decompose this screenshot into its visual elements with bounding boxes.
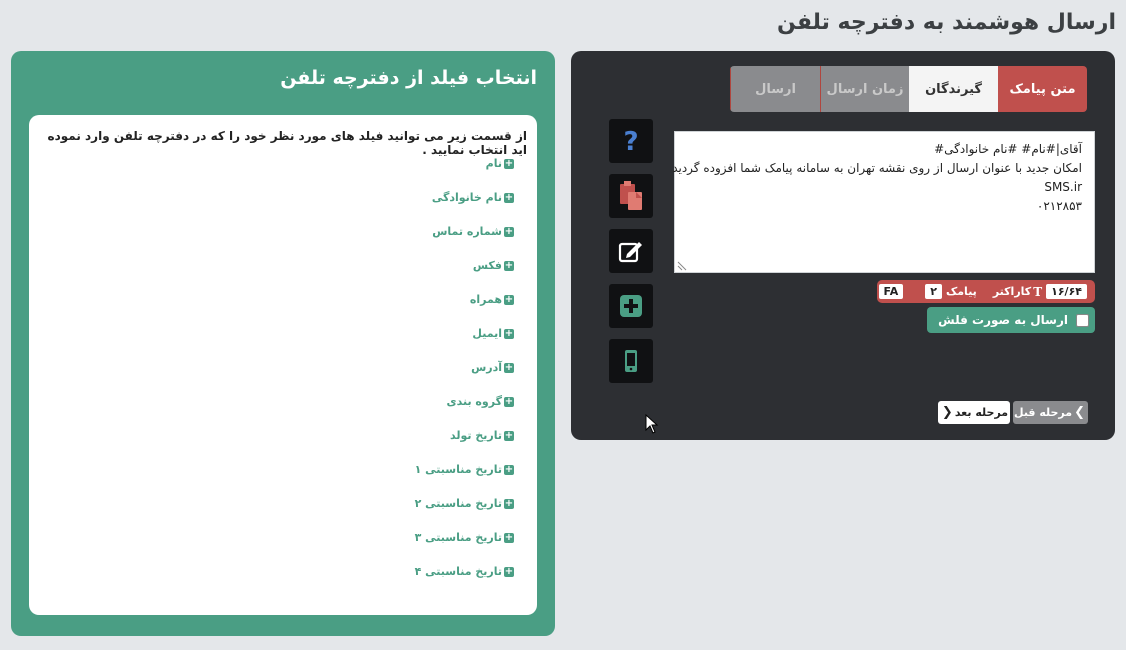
- field-label: نام: [485, 157, 502, 170]
- field-item-address[interactable]: + آدرس: [415, 361, 514, 395]
- fields-card: از قسمت زیر می توانید فیلد های مورد نظر …: [29, 115, 537, 615]
- resize-grip-icon[interactable]: [677, 261, 687, 271]
- field-label: شماره تماس: [432, 225, 502, 238]
- add-icon: [620, 295, 642, 317]
- message-counter: ۱۶/۶۴ T کاراکتر پیامک ۲ FA: [877, 280, 1095, 303]
- field-label: ایمیل: [472, 327, 502, 340]
- sms-count-label: پیامک: [945, 285, 977, 298]
- field-label: نام خانوادگی: [431, 191, 502, 204]
- field-item-first-name[interactable]: + نام: [415, 157, 514, 191]
- plus-icon: +: [504, 430, 514, 441]
- sms-count-value: ۲: [925, 284, 942, 299]
- plus-icon: +: [504, 396, 514, 407]
- previous-step-button[interactable]: ❯ مرحله قبل: [1013, 401, 1088, 424]
- tab-sms-text[interactable]: متن پیامک: [998, 66, 1087, 112]
- field-label: تاریخ مناسبتی ۳: [414, 531, 502, 544]
- field-item-birthdate[interactable]: + تاریخ تولد: [415, 429, 514, 463]
- field-list: + نام + نام خانوادگی + شماره تماس + فکس + همر…: [415, 157, 514, 599]
- edit-icon: [618, 242, 642, 263]
- panel-title: انتخاب فیلد از دفترچه تلفن: [280, 67, 537, 89]
- plus-icon: +: [504, 532, 514, 543]
- plus-icon: +: [504, 362, 514, 373]
- next-step-button[interactable]: مرحله بعد ❮: [938, 401, 1010, 424]
- chevron-right-icon: ❯: [1074, 405, 1085, 420]
- field-label: تاریخ مناسبتی ۴: [414, 565, 502, 578]
- message-line: امکان جدید با عنوان ارسال از روی نقشه ته…: [672, 161, 1082, 175]
- field-item-last-name[interactable]: + نام خانوادگی: [415, 191, 514, 225]
- field-item-occasion-3[interactable]: + تاریخ مناسبتی ۳: [415, 531, 514, 565]
- svg-text:?: ?: [623, 128, 638, 154]
- page-title: ارسال هوشمند به دفترچه تلفن: [777, 10, 1116, 35]
- flash-label: ارسال به صورت فلش: [938, 313, 1068, 327]
- mouse-cursor-icon: [645, 414, 659, 434]
- field-item-occasion-2[interactable]: + تاریخ مناسبتی ۲: [415, 497, 514, 531]
- edit-button[interactable]: [609, 229, 653, 273]
- previous-step-label: مرحله قبل: [1014, 406, 1073, 419]
- phonebook-fields-panel: انتخاب فیلد از دفترچه تلفن از قسمت زیر م…: [11, 51, 555, 636]
- next-step-label: مرحله بعد: [954, 406, 1009, 419]
- message-editor-panel: متن پیامک گیرندگان زمان ارسال ارسال ? آق…: [571, 51, 1115, 440]
- field-item-mobile[interactable]: + همراه: [415, 293, 514, 327]
- chevron-left-icon: ❮: [941, 405, 953, 420]
- help-icon: ?: [623, 128, 638, 154]
- plus-icon: +: [504, 226, 514, 237]
- wizard-tabs: متن پیامک گیرندگان زمان ارسال ارسال: [730, 66, 1087, 112]
- tab-send-time[interactable]: زمان ارسال: [820, 66, 909, 112]
- add-button[interactable]: [609, 284, 653, 328]
- char-count-label: کاراکتر: [992, 285, 1032, 298]
- editor-toolbar: ?: [609, 119, 653, 394]
- flash-checkbox[interactable]: [1076, 313, 1089, 327]
- plus-icon: +: [504, 566, 514, 577]
- field-label: آدرس: [471, 361, 502, 374]
- plus-icon: +: [504, 158, 514, 169]
- field-label: تاریخ مناسبتی ۱: [414, 463, 502, 476]
- tab-send[interactable]: ارسال: [730, 66, 820, 112]
- field-item-occasion-4[interactable]: + تاریخ مناسبتی ۴: [415, 565, 514, 599]
- message-line: آقای|#نام# #نام خانوادگی#: [934, 142, 1082, 156]
- mobile-button[interactable]: [609, 339, 653, 383]
- flash-sms-toggle[interactable]: ارسال به صورت فلش: [927, 307, 1095, 333]
- message-line: ۰۲۱۲۸۵۳: [1036, 199, 1082, 213]
- paste-button[interactable]: [609, 174, 653, 218]
- field-item-group[interactable]: + گروه بندی: [415, 395, 514, 429]
- field-label: همراه: [469, 293, 502, 306]
- field-label: فکس: [472, 259, 502, 272]
- field-label: گروه بندی: [446, 395, 502, 408]
- plus-icon: +: [504, 294, 514, 305]
- field-item-phone[interactable]: + شماره تماس: [415, 225, 514, 259]
- field-label: تاریخ تولد: [450, 429, 502, 442]
- plus-icon: +: [504, 192, 514, 203]
- field-item-occasion-1[interactable]: + تاریخ مناسبتی ۱: [415, 463, 514, 497]
- message-line: SMS.ir: [1044, 180, 1082, 194]
- plus-icon: +: [504, 464, 514, 475]
- plus-icon: +: [504, 498, 514, 509]
- plus-icon: +: [504, 328, 514, 339]
- language-badge: FA: [878, 284, 904, 299]
- paste-icon: [620, 181, 642, 210]
- message-textarea[interactable]: آقای|#نام# #نام خانوادگی# امکان جدید با …: [672, 131, 1095, 273]
- fields-intro: از قسمت زیر می توانید فیلد های مورد نظر …: [47, 129, 527, 157]
- field-item-fax[interactable]: + فکس: [415, 259, 514, 293]
- help-button[interactable]: ?: [609, 119, 653, 163]
- plus-icon: +: [504, 260, 514, 271]
- mobile-icon: [625, 350, 637, 372]
- field-label: تاریخ مناسبتی ۲: [414, 497, 502, 510]
- field-item-email[interactable]: + ایمیل: [415, 327, 514, 361]
- tab-recipients[interactable]: گیرندگان: [909, 66, 998, 112]
- text-size-icon: T: [1033, 284, 1043, 299]
- char-count-value: ۱۶/۶۴: [1046, 284, 1087, 299]
